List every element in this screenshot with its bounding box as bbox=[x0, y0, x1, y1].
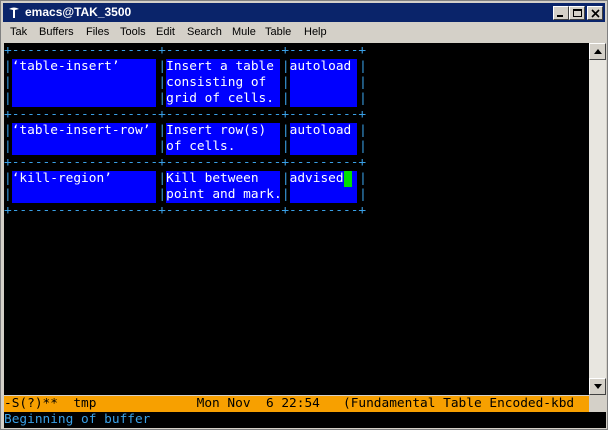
text-cursor bbox=[343, 171, 352, 187]
table-vertical-border: | bbox=[158, 171, 167, 186]
table-vertical-border: | bbox=[281, 139, 290, 154]
table-cell-text: point and mark. bbox=[166, 187, 282, 202]
table-vertical-border: | bbox=[4, 91, 12, 106]
close-icon bbox=[591, 9, 600, 18]
table-vertical-border: | bbox=[281, 59, 290, 74]
table-cell-text: of cells. bbox=[166, 139, 236, 154]
table-vertical-border: | bbox=[359, 75, 367, 90]
table-vertical-border: | bbox=[4, 75, 12, 90]
minibuffer[interactable]: Beginning of buffer bbox=[4, 412, 606, 428]
table-vertical-border: | bbox=[281, 75, 290, 90]
table-cell-text: autoload bbox=[289, 123, 352, 138]
table-cell-text: advised bbox=[289, 171, 344, 186]
table-vertical-border: | bbox=[359, 123, 367, 138]
buffer-text-area[interactable]: +-------------------+---------------+---… bbox=[4, 43, 589, 395]
menu-tak[interactable]: Tak bbox=[10, 26, 27, 38]
table-border-line: +-------------------+---------------+---… bbox=[4, 107, 367, 122]
minimize-icon bbox=[557, 15, 563, 17]
table-cell-text: ‘table-insert’ bbox=[11, 59, 120, 74]
menu-help[interactable]: Help bbox=[304, 26, 327, 38]
scroll-down-button[interactable] bbox=[589, 378, 606, 395]
table-border-line: +-------------------+---------------+---… bbox=[4, 203, 367, 218]
table-cell: ‘kill-region’ bbox=[11, 171, 157, 203]
table-cell: ‘table-insert-row’ bbox=[11, 123, 157, 155]
table-cell-text: autoload bbox=[289, 59, 352, 74]
table-vertical-border: | bbox=[158, 187, 167, 202]
table-border-line: +-------------------+---------------+---… bbox=[4, 155, 367, 170]
scrollbar-corner bbox=[589, 396, 606, 412]
table-cell: Insert row(s) of cells. bbox=[166, 123, 280, 155]
emacs-window: emacs@TAK_3500 Tak Buffers Files Tools E… bbox=[0, 0, 608, 430]
maximize-button[interactable] bbox=[569, 6, 585, 20]
vertical-scrollbar[interactable] bbox=[589, 43, 606, 395]
table-vertical-border: | bbox=[281, 171, 290, 186]
table-cell-text: Insert a table bbox=[166, 59, 274, 74]
table-vertical-border: | bbox=[4, 139, 12, 154]
menu-table[interactable]: Table bbox=[265, 26, 291, 38]
table-vertical-border: | bbox=[359, 187, 367, 202]
emacs-icon bbox=[9, 7, 19, 18]
menu-search[interactable]: Search bbox=[187, 26, 222, 38]
menu-mule[interactable]: Mule bbox=[232, 26, 256, 38]
close-button[interactable] bbox=[587, 6, 603, 20]
table-vertical-border: | bbox=[158, 139, 167, 154]
table-border-line: +-------------------+---------------+---… bbox=[4, 43, 367, 58]
arrow-up-icon bbox=[594, 49, 602, 54]
table-cell: autoload bbox=[289, 59, 358, 107]
table-cell-text: grid of cells. bbox=[166, 91, 274, 106]
table-vertical-border: | bbox=[158, 91, 167, 106]
table-vertical-border: | bbox=[158, 59, 167, 74]
minimize-button[interactable] bbox=[553, 6, 569, 20]
table-vertical-border: | bbox=[359, 171, 367, 186]
menu-tools[interactable]: Tools bbox=[120, 26, 146, 38]
menu-buffers[interactable]: Buffers bbox=[39, 26, 74, 38]
table-vertical-border: | bbox=[359, 91, 367, 106]
table-vertical-border: | bbox=[4, 123, 12, 138]
table-cell: autoload bbox=[289, 123, 358, 155]
table-vertical-border: | bbox=[281, 91, 290, 106]
arrow-down-icon bbox=[594, 384, 602, 389]
window-title: emacs@TAK_3500 bbox=[25, 5, 132, 19]
scroll-up-button[interactable] bbox=[589, 43, 606, 60]
table-cell-text: Insert row(s) bbox=[166, 123, 267, 138]
menu-bar: Tak Buffers Files Tools Edit Search Mule… bbox=[3, 23, 605, 43]
title-bar: emacs@TAK_3500 bbox=[3, 3, 605, 22]
table-cell: ‘table-insert’ bbox=[11, 59, 157, 107]
table-vertical-border: | bbox=[4, 59, 12, 74]
table-cell-text: ‘kill-region’ bbox=[11, 171, 112, 186]
menu-files[interactable]: Files bbox=[86, 26, 109, 38]
menu-edit[interactable]: Edit bbox=[156, 26, 175, 38]
table-cell-text: ‘table-insert-row’ bbox=[11, 123, 151, 138]
table-vertical-border: | bbox=[359, 59, 367, 74]
mode-line: -S(?)** tmp Mon Nov 6 22:54 (Fundamental… bbox=[4, 396, 589, 412]
table-vertical-border: | bbox=[281, 187, 290, 202]
table-vertical-border: | bbox=[359, 139, 367, 154]
table-cell-text: consisting of bbox=[166, 75, 267, 90]
table-vertical-border: | bbox=[4, 187, 12, 202]
table-vertical-border: | bbox=[281, 123, 290, 138]
maximize-icon bbox=[573, 9, 582, 17]
table-vertical-border: | bbox=[4, 171, 12, 186]
table-vertical-border: | bbox=[158, 123, 167, 138]
table-cell: Kill between point and mark. bbox=[166, 171, 282, 203]
table-cell-text: Kill between bbox=[166, 171, 259, 186]
table-cell: Insert a table consisting of grid of cells… bbox=[166, 59, 280, 107]
table-vertical-border: | bbox=[158, 75, 167, 90]
